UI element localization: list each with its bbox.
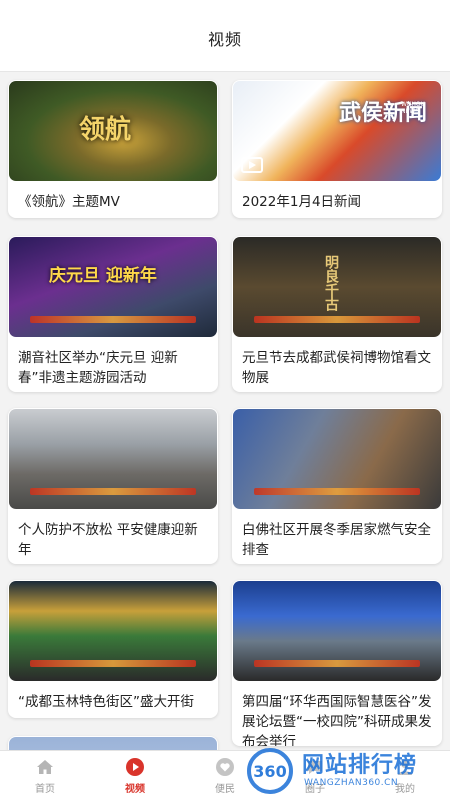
top-bar: 视频 xyxy=(0,0,450,72)
video-card[interactable]: 个人防护不放松 平安健康迎新年 xyxy=(8,408,218,564)
heart-icon xyxy=(216,757,234,776)
subtitle-strip xyxy=(29,316,197,323)
video-title[interactable]: 潮音社区举办“庆元旦 迎新春”非遗主题游园活动 xyxy=(8,338,218,388)
thumbnail-subcaption: WUHOU NEWS xyxy=(401,101,425,115)
video-card[interactable]: 明良千古 元旦节去成都武侯祠博物馆看文物展 xyxy=(232,236,442,392)
watermark-badge: 360 xyxy=(253,762,286,781)
watermark: 360 网站排行榜 WANGZHAN360.CN xyxy=(240,745,446,797)
video-thumbnail[interactable]: 明良千古 xyxy=(233,237,441,337)
tab-home[interactable]: 首页 xyxy=(0,751,90,800)
subtitle-strip xyxy=(253,660,421,667)
video-thumbnail[interactable] xyxy=(233,409,441,509)
thumbnail-caption: 庆元旦 迎新年 xyxy=(49,266,157,286)
thumbnail-caption: 明良千古 xyxy=(323,255,339,311)
tab-label: 视频 xyxy=(125,783,145,795)
video-thumbnail[interactable] xyxy=(9,581,217,681)
watermark-subtext: WANGZHAN360.CN xyxy=(304,778,399,788)
video-title[interactable]: “成都玉林特色街区”盛大开街 xyxy=(8,682,218,712)
subtitle-strip xyxy=(29,488,197,495)
video-title[interactable]: 《领航》主题MV xyxy=(8,182,218,212)
video-card[interactable]: “成都玉林特色街区”盛大开街 xyxy=(8,580,218,718)
video-card[interactable]: 第四届“环华西国际智慧医谷”发展论坛暨“一校四院”科研成果发布会举行 xyxy=(232,580,442,746)
subtitle-strip xyxy=(29,660,197,667)
video-card[interactable]: 白佛社区开展冬季居家燃气安全排查 xyxy=(232,408,442,564)
play-circle-icon xyxy=(126,757,144,776)
video-thumbnail[interactable]: 领航 xyxy=(9,81,217,181)
video-thumbnail[interactable] xyxy=(9,409,217,509)
page-title: 视频 xyxy=(207,29,242,49)
video-thumbnail[interactable]: 武侯新闻 WUHOU NEWS xyxy=(233,81,441,181)
video-card[interactable]: 武侯新闻 WUHOU NEWS 2022年1月4日新闻 xyxy=(232,80,442,218)
thumbnail-caption: 领航 xyxy=(79,115,132,145)
watermark-text: 网站排行榜 xyxy=(302,753,418,778)
video-thumbnail[interactable] xyxy=(233,581,441,681)
tab-label: 便民 xyxy=(215,783,235,795)
play-icon[interactable] xyxy=(241,157,263,173)
video-title[interactable]: 个人防护不放松 平安健康迎新年 xyxy=(8,510,218,560)
video-title[interactable]: 第四届“环华西国际智慧医谷”发展论坛暨“一校四院”科研成果发布会举行 xyxy=(232,682,442,746)
video-title[interactable]: 元旦节去成都武侯祠博物馆看文物展 xyxy=(232,338,442,388)
video-title[interactable]: 2022年1月4日新闻 xyxy=(232,182,442,212)
tab-label: 首页 xyxy=(35,783,55,795)
subtitle-strip xyxy=(253,488,421,495)
home-icon xyxy=(37,759,53,774)
video-title[interactable]: 白佛社区开展冬季居家燃气安全排查 xyxy=(232,510,442,560)
video-thumbnail[interactable]: 庆元旦 迎新年 xyxy=(9,237,217,337)
video-card[interactable]: 领航 《领航》主题MV xyxy=(8,80,218,218)
tab-video[interactable]: 视频 xyxy=(90,751,180,800)
watermark-logo-icon: 360 xyxy=(247,748,293,794)
subtitle-strip xyxy=(253,316,421,323)
video-card[interactable]: 庆元旦 迎新年 潮音社区举办“庆元旦 迎新春”非遗主题游园活动 xyxy=(8,236,218,392)
